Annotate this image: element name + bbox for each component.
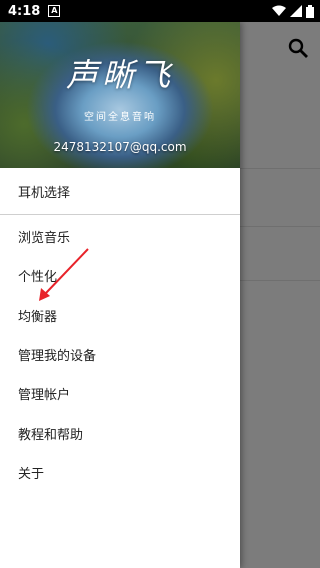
navigation-drawer: 声晰飞 空间全息音响 2478132107@qq.com 耳机选择 浏览音乐 个… [0,22,240,568]
menu-list: 浏览音乐 个性化 均衡器 管理我的设备 管理帐户 教程和帮助 关于 [0,215,240,492]
menu-item-equalizer[interactable]: 均衡器 [0,296,240,335]
signal-icon [290,5,302,17]
app-logo: 声晰飞 [65,56,174,94]
battery-icon [306,4,314,18]
background-divider [240,168,320,169]
search-icon[interactable] [286,36,310,60]
menu-item-personalize[interactable]: 个性化 [0,256,240,295]
menu-item-headphone-select[interactable]: 耳机选择 [0,168,240,215]
menu-item-browse-music[interactable]: 浏览音乐 [0,217,240,256]
notification-icon: A [48,5,61,17]
drawer-header: 声晰飞 空间全息音响 2478132107@qq.com [0,22,240,168]
status-icons [272,4,314,18]
background-divider [240,226,320,227]
app-subtitle: 空间全息音响 [84,112,156,123]
menu-item-about[interactable]: 关于 [0,453,240,492]
menu-item-tutorial-help[interactable]: 教程和帮助 [0,413,240,452]
account-email: 2478132107@qq.com [53,140,187,154]
menu-item-manage-account[interactable]: 管理帐户 [0,374,240,413]
background-divider [240,280,320,281]
wifi-icon [272,5,286,16]
status-bar: 4:18 A [0,0,320,22]
menu-item-manage-devices[interactable]: 管理我的设备 [0,335,240,374]
status-time: 4:18 [8,3,41,19]
